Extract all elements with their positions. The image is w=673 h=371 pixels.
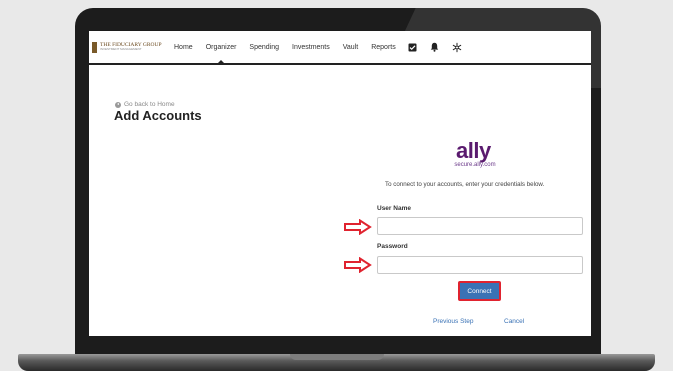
page-title: Add Accounts bbox=[114, 108, 202, 123]
previous-step-link[interactable]: Previous Step bbox=[433, 318, 473, 325]
nav-investments[interactable]: Investments bbox=[292, 44, 330, 51]
brand-logo[interactable]: THE FIDUCIARY GROUP INVESTMENT MANAGEMEN… bbox=[92, 41, 162, 53]
bell-icon[interactable] bbox=[430, 42, 440, 52]
settings-asterisk-icon[interactable] bbox=[452, 42, 462, 52]
provider-logo: ally bbox=[456, 138, 491, 163]
username-input[interactable] bbox=[377, 217, 583, 235]
provider-url: secure.ally.com bbox=[454, 162, 496, 168]
username-label: User Name bbox=[377, 205, 411, 212]
connect-button[interactable]: Connect bbox=[458, 281, 501, 301]
nav-vault[interactable]: Vault bbox=[343, 44, 358, 51]
laptop-notch bbox=[290, 354, 384, 360]
nav-reports[interactable]: Reports bbox=[371, 44, 396, 51]
nav-spending[interactable]: Spending bbox=[249, 44, 279, 51]
checkbox-icon[interactable] bbox=[408, 42, 418, 52]
red-arrow-icon bbox=[344, 257, 372, 273]
password-input[interactable] bbox=[377, 256, 583, 274]
back-link-label: Go back to Home bbox=[124, 101, 175, 108]
top-navbar: THE FIDUCIARY GROUP INVESTMENT MANAGEMEN… bbox=[89, 31, 591, 65]
nav-organizer[interactable]: Organizer bbox=[206, 44, 237, 51]
instructions-text: To connect to your accounts, enter your … bbox=[385, 181, 545, 188]
back-to-home-link[interactable]: Go back to Home bbox=[115, 101, 175, 108]
nav-home[interactable]: Home bbox=[174, 44, 193, 51]
brand-tagline: INVESTMENT MANAGEMENT bbox=[100, 47, 142, 52]
red-arrow-icon bbox=[344, 219, 372, 235]
back-arrow-icon bbox=[115, 101, 121, 108]
browser-screen: THE FIDUCIARY GROUP INVESTMENT MANAGEMEN… bbox=[89, 31, 591, 336]
brand-mark-icon bbox=[92, 41, 97, 53]
cancel-link[interactable]: Cancel bbox=[504, 318, 524, 325]
password-label: Password bbox=[377, 243, 408, 250]
